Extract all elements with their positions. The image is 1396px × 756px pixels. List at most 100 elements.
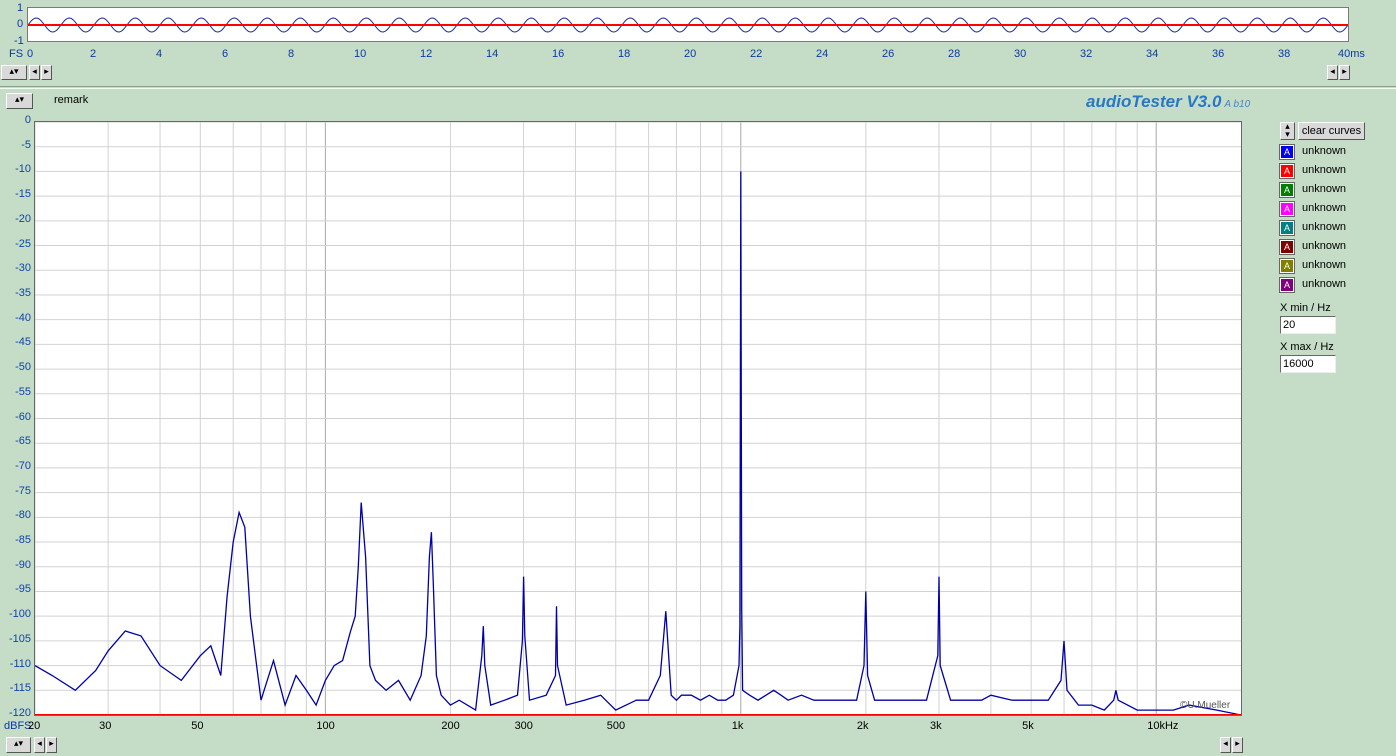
bottom-scroll-left-button[interactable]: ◂: [34, 737, 45, 753]
xmax-field[interactable]: [1280, 355, 1336, 373]
scope-x-tick-label: 4: [156, 48, 163, 60]
scope-x-tick-label: 24: [816, 48, 829, 60]
scope-pan-left-button[interactable]: ◂: [1327, 65, 1338, 80]
scope-x-tick-label: 10: [354, 48, 367, 60]
scope-ylabel-top: 1: [17, 2, 24, 14]
y-tick-label: -15: [15, 188, 31, 201]
scope-x-tick-label: 8: [288, 48, 295, 60]
scope-x-tick-label: 20: [684, 48, 697, 60]
y-tick-label: -60: [15, 410, 31, 423]
scope-scroll-right-button[interactable]: ▸: [41, 65, 52, 80]
y-tick-label: 0: [24, 114, 31, 126]
x-tick-label: 10kHz: [1147, 720, 1179, 732]
legend-color-swatch[interactable]: A: [1279, 220, 1295, 236]
legend-label: unknown: [1302, 145, 1347, 157]
scope-fs-label: FS: [9, 48, 24, 60]
y-tick-label: -50: [15, 361, 31, 374]
y-tick-label: -30: [15, 262, 31, 275]
x-tick-label: 5k: [1022, 720, 1034, 732]
app-title: audioTester V3.0 A b10: [1086, 92, 1250, 112]
bottom-scroll-right-button[interactable]: ▸: [46, 737, 57, 753]
clear-curves-button[interactable]: clear curves: [1298, 122, 1365, 140]
legend-color-swatch[interactable]: A: [1279, 239, 1295, 255]
y-tick-label: -90: [15, 558, 31, 571]
y-tick-label: -65: [15, 435, 31, 448]
scope-x-tick-label: 38: [1278, 48, 1291, 60]
y-tick-label: -105: [8, 632, 31, 645]
legend-color-swatch[interactable]: A: [1279, 201, 1295, 217]
scope-plot[interactable]: [27, 7, 1349, 42]
y-tick-label: -35: [15, 286, 31, 299]
bottom-pan-right-button[interactable]: ▸: [1232, 737, 1243, 753]
y-tick-label: -95: [15, 583, 31, 596]
x-tick-label: 20: [28, 720, 41, 732]
y-tick-label: -80: [15, 509, 31, 522]
scope-pan-right-button[interactable]: ▸: [1339, 65, 1350, 80]
x-tick-label: 50: [191, 720, 204, 732]
app-version-subtitle: A b10: [1224, 99, 1251, 110]
scope-x-tick-label: 18: [618, 48, 631, 60]
scope-x-tick-label: 12: [420, 48, 433, 60]
y-tick-label: -115: [9, 682, 31, 695]
y-tick-label: -100: [8, 608, 31, 621]
scope-x-tick-label: 6: [222, 48, 229, 60]
x-tick-label: 100: [316, 720, 335, 732]
scope-x-tick-label: 14: [486, 48, 499, 60]
y-tick-label: -55: [15, 385, 31, 398]
y-tick-label: -20: [15, 212, 31, 225]
scope-zoom-spinner[interactable]: ▴▾: [1, 65, 27, 80]
x-tick-label: 200: [441, 720, 460, 732]
y-tick-label: -120: [8, 707, 31, 719]
legend-label: unknown: [1302, 240, 1347, 252]
bottom-zoom-spinner[interactable]: ▴▾: [6, 737, 31, 753]
legend-label: unknown: [1302, 183, 1347, 195]
scope-x-tick-label: 34: [1146, 48, 1159, 60]
scope-scroll-left-button[interactable]: ◂: [29, 65, 40, 80]
spectrum-chart: [35, 122, 1241, 715]
spectrum-plot[interactable]: [34, 121, 1242, 716]
legend-color-swatch[interactable]: A: [1279, 277, 1295, 293]
y-tick-label: -5: [21, 138, 31, 151]
legend-label: unknown: [1302, 259, 1347, 271]
legend-label: unknown: [1302, 278, 1347, 290]
xmax-label: X max / Hz: [1280, 341, 1334, 353]
scope-ylabel-mid: 0: [17, 18, 24, 30]
scope-x-tick-label: 40ms: [1338, 48, 1365, 60]
x-tick-label: 2k: [856, 720, 869, 732]
legend-color-swatch[interactable]: A: [1279, 258, 1295, 274]
scope-waveform: [28, 17, 1348, 33]
scope-x-tick-label: 28: [948, 48, 961, 60]
x-tick-label: 30: [99, 720, 112, 732]
y-tick-label: -10: [15, 163, 31, 176]
legend-color-swatch[interactable]: A: [1279, 182, 1295, 198]
x-tick-label: 300: [514, 720, 533, 732]
y-tick-label: -40: [15, 311, 31, 324]
scope-x-tick-label: 16: [552, 48, 565, 60]
legend-color-swatch[interactable]: A: [1279, 144, 1295, 160]
legend-spinner[interactable]: ▴ ▾: [1280, 122, 1295, 140]
scope-x-tick-label: 26: [882, 48, 895, 60]
x-tick-label: 500: [606, 720, 626, 732]
scope-x-tick-label: 32: [1080, 48, 1093, 60]
xmin-label: X min / Hz: [1280, 302, 1331, 314]
app-title-text: audioTester V3.0: [1086, 92, 1222, 111]
scope-x-tick-label: 30: [1014, 48, 1027, 60]
y-tick-label: -75: [15, 484, 31, 497]
x-tick-label: 3k: [929, 720, 942, 732]
scope-x-tick-label: 2: [90, 48, 97, 60]
y-tick-label: -25: [15, 237, 31, 250]
scope-ylabel-bottom: -1: [14, 35, 24, 47]
scope-x-tick-label: 22: [750, 48, 763, 60]
section-divider: [0, 86, 1396, 89]
legend-label: unknown: [1302, 221, 1347, 233]
y-tick-label: -85: [15, 534, 31, 547]
remark-label: remark: [54, 94, 89, 106]
remark-spinner[interactable]: ▴▾: [6, 93, 33, 109]
x-tick-label: 1k: [731, 720, 744, 732]
legend-color-swatch[interactable]: A: [1279, 163, 1295, 179]
y-tick-label: -110: [9, 657, 31, 670]
xmin-field[interactable]: [1280, 316, 1336, 334]
y-tick-label: -70: [15, 459, 31, 472]
bottom-pan-left-button[interactable]: ◂: [1220, 737, 1231, 753]
copyright-label: ©U.Mueller: [1180, 700, 1231, 711]
